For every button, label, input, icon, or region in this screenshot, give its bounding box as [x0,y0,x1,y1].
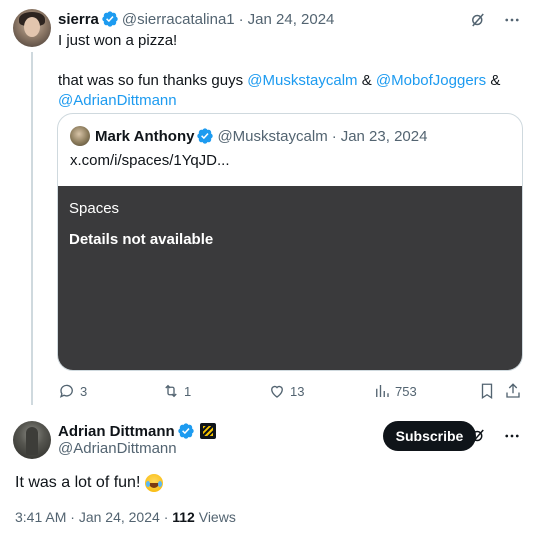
spaces-card-detail: Details not available [69,231,214,248]
verified-badge-icon [101,10,119,28]
tweet-text: I just won a pizza! that was so fun than… [58,31,528,111]
quoted-tweet-card[interactable]: Mark Anthony @Muskstaycalm · Jan 23, 202… [57,113,523,371]
quote-date[interactable]: Jan 23, 2024 [341,128,428,145]
views-count: 112 [172,509,195,525]
tweet-header: sierra @sierracatalina1 · Jan 24, 2024 [58,10,334,28]
avatar[interactable] [13,9,51,47]
author-handle[interactable]: @sierracatalina1 [122,11,235,28]
reply-count: 3 [80,383,88,399]
quote-link[interactable]: x.com/i/spaces/1YqJD... [70,152,230,169]
repost-count: 1 [184,383,192,399]
text-fragment: that was so fun thanks guys [58,72,244,89]
tweet-sierra[interactable]: sierra @sierracatalina1 · Jan 24, 2024 I… [0,0,542,410]
spaces-card-title: Spaces [69,200,120,217]
tweet-actions: 3 1 13 753 [56,382,526,402]
views-count: 753 [395,383,417,399]
reply-top-actions [468,426,522,446]
reply-date[interactable]: Jan 24, 2024 [79,509,160,525]
reply-button[interactable]: 3 [58,382,87,400]
verified-badge-icon [177,422,195,440]
reply-text: It was a lot of fun! [15,474,164,492]
mention-link[interactable]: @Muskstaycalm [247,72,357,89]
reply-time[interactable]: 3:41 AM [15,509,66,525]
reply-author-name[interactable]: Adrian Dittmann [58,423,175,440]
views-label: Views [198,509,236,525]
like-count: 13 [290,383,305,399]
reply-author-handle[interactable]: @AdrianDittmann [58,440,177,457]
share-button[interactable] [504,382,526,400]
repost-button[interactable]: 1 [162,382,191,400]
avatar[interactable] [13,421,51,459]
text-fragment: & [361,72,372,89]
tweet-date[interactable]: Jan 24, 2024 [248,11,335,28]
views-button[interactable]: 753 [373,382,417,400]
reply-meta: 3:41 AM · Jan 24, 2024 · 112 Views [15,509,236,525]
quote-header: Mark Anthony @Muskstaycalm · Jan 23, 202… [70,126,427,146]
more-icon[interactable] [502,10,522,30]
tweet-text-line: that was so fun thanks guys @Muskstaycal… [58,71,528,111]
quote-author-name[interactable]: Mark Anthony [95,128,194,145]
reply-author-row: Adrian Dittmann [58,422,216,440]
grok-icon[interactable] [468,426,488,446]
avatar[interactable] [70,126,90,146]
mention-link[interactable]: @AdrianDittmann [58,92,177,109]
separator-dot: · [238,10,244,28]
mention-link[interactable]: @MobofJoggers [376,72,486,89]
tweet-top-actions [468,10,522,30]
tweet-text-line: I just won a pizza! [58,32,178,49]
more-icon[interactable] [502,426,522,446]
quote-author-handle[interactable]: @Muskstaycalm [217,128,327,145]
separator-dot: · [331,127,337,145]
grok-icon[interactable] [468,10,488,30]
reply-text-content: It was a lot of fun! [15,474,141,491]
laughing-emoji-icon [145,474,164,492]
bookmark-button[interactable] [478,382,500,400]
author-name[interactable]: sierra [58,11,99,28]
subscribe-button[interactable]: Subscribe [383,421,476,451]
text-fragment: & [490,72,501,89]
separator-dot: · [70,509,75,525]
affiliate-badge-icon[interactable] [199,423,216,439]
spaces-card[interactable]: Spaces Details not available [58,186,522,370]
like-button[interactable]: 13 [268,382,304,400]
separator-dot: · [163,509,169,525]
verified-badge-icon [196,127,214,145]
